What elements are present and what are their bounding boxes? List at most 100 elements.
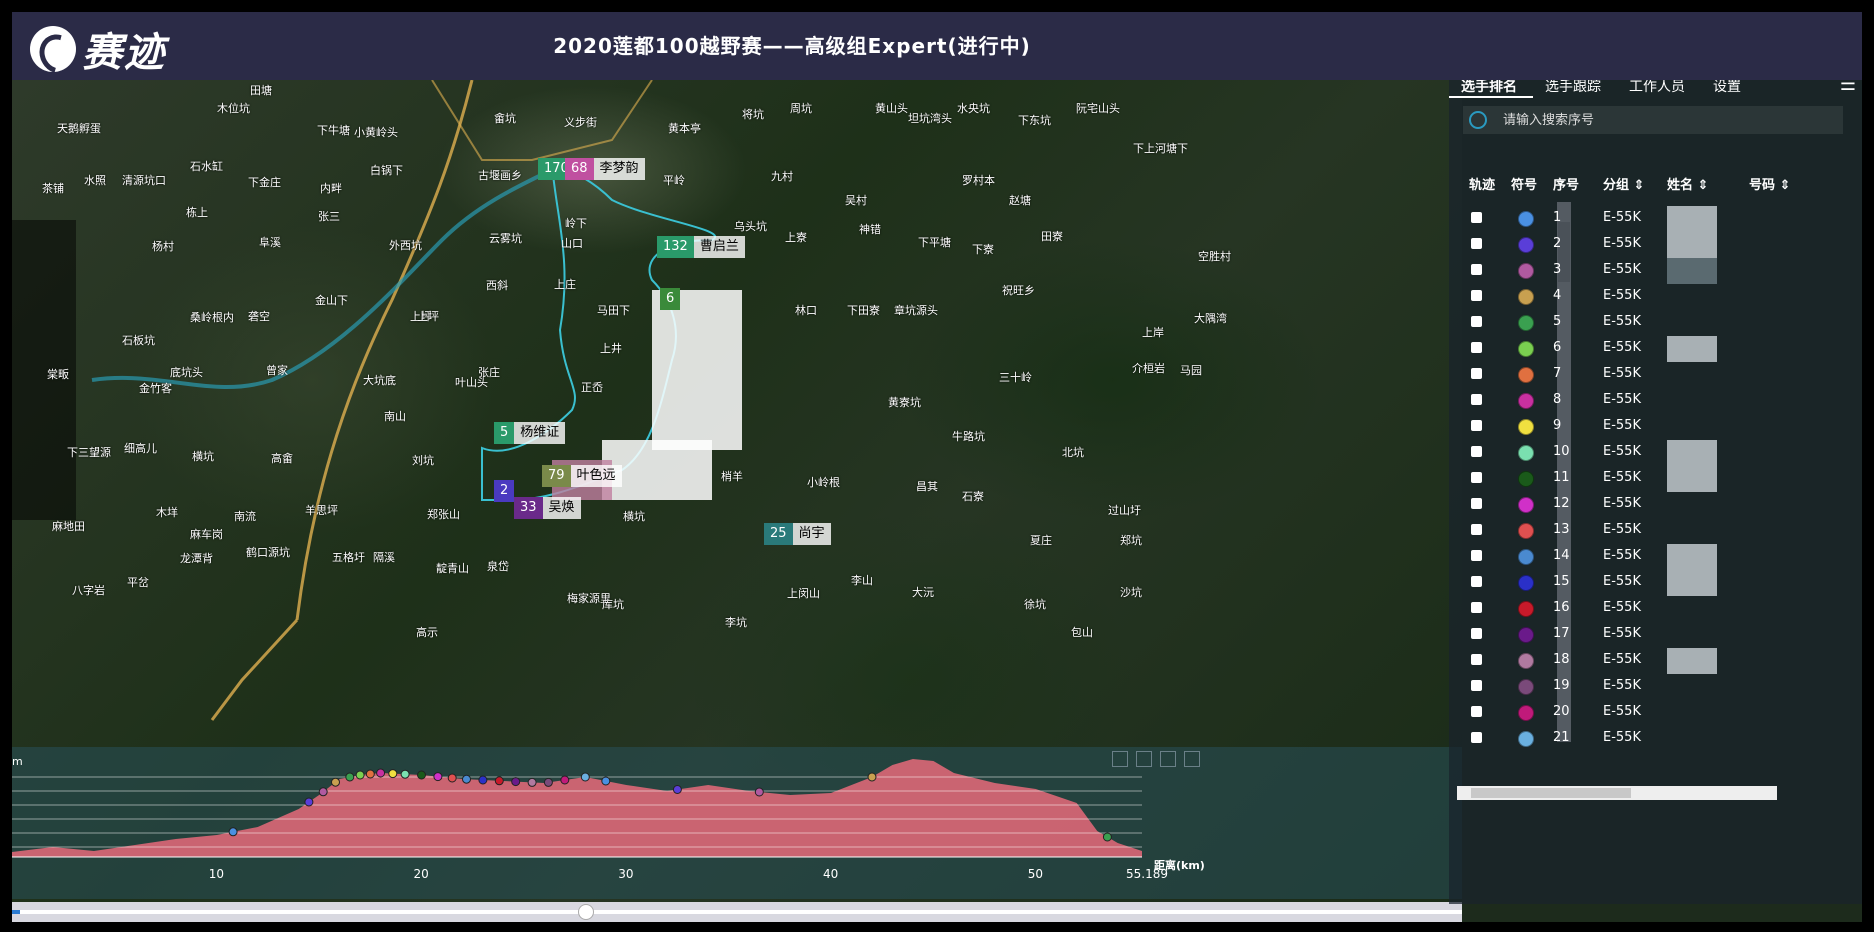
profile-runner-dot[interactable] xyxy=(304,797,314,807)
sort-icon[interactable]: ⇕ xyxy=(1780,178,1791,193)
track-checkbox[interactable] xyxy=(1471,602,1482,613)
profile-runner-dot[interactable] xyxy=(345,772,355,782)
table-row[interactable]: 11 E-55K xyxy=(1449,466,1849,492)
profile-runner-dot[interactable] xyxy=(1102,832,1112,842)
profile-runner-dot[interactable] xyxy=(417,770,426,780)
track-checkbox[interactable] xyxy=(1471,706,1482,717)
profile-runner-dot[interactable] xyxy=(365,769,375,779)
runner-tag[interactable]: 25 尚宇 xyxy=(764,523,831,545)
place-label: 靛青山 xyxy=(436,562,469,575)
table-row[interactable]: 3 E-55K xyxy=(1449,258,1849,284)
runner-tag[interactable]: 5 杨维证 xyxy=(494,422,566,444)
runner-tag[interactable]: 68 李梦韵 xyxy=(565,158,645,180)
scroll-thumb[interactable] xyxy=(1471,788,1631,798)
table-row[interactable]: 5 E-55K xyxy=(1449,310,1849,336)
profile-runner-dot[interactable] xyxy=(376,768,386,778)
runner-tag[interactable]: 79 叶色远 xyxy=(542,465,622,487)
track-checkbox[interactable] xyxy=(1471,654,1482,665)
table-row[interactable]: 15 E-55K xyxy=(1449,570,1849,596)
profile-runner-dot[interactable] xyxy=(601,776,611,786)
profile-runner-dot[interactable] xyxy=(400,769,410,779)
place-label: 南山 xyxy=(384,410,406,423)
table-row[interactable]: 14 E-55K xyxy=(1449,544,1849,570)
runner-number: 79 xyxy=(542,465,571,487)
profile-runner-dot[interactable] xyxy=(754,787,764,797)
profile-runner-dot[interactable] xyxy=(388,769,398,779)
table-row[interactable]: 4 E-55K xyxy=(1449,284,1849,310)
table-row[interactable]: 10 E-55K xyxy=(1449,440,1849,466)
runner-number: 132 xyxy=(657,236,694,258)
timeline-slider[interactable] xyxy=(12,902,1462,922)
place-label: 下平塘 xyxy=(918,236,951,249)
table-row[interactable]: 21 E-55K xyxy=(1449,726,1849,752)
profile-runner-dot[interactable] xyxy=(318,787,328,797)
table-row[interactable]: 19 E-55K xyxy=(1449,674,1849,700)
track-checkbox[interactable] xyxy=(1471,394,1482,405)
profile-runner-dot[interactable] xyxy=(478,775,488,785)
table-row[interactable]: 20 E-55K xyxy=(1449,700,1849,726)
profile-runner-dot[interactable] xyxy=(672,785,682,794)
table-row[interactable]: 6 E-55K xyxy=(1449,336,1849,362)
place-label: 黄寮坑 xyxy=(888,396,921,409)
sort-icon[interactable]: ⇕ xyxy=(1634,178,1645,193)
profile-runner-dot[interactable] xyxy=(494,776,504,786)
track-checkbox[interactable] xyxy=(1471,238,1482,249)
track-checkbox[interactable] xyxy=(1471,524,1482,535)
sort-icon[interactable]: ⇕ xyxy=(1698,178,1709,193)
row-name-redacted xyxy=(1667,258,1717,284)
place-label: 岭下 xyxy=(565,217,587,230)
table-row[interactable]: 2 E-55K xyxy=(1449,232,1849,258)
profile-runner-dot[interactable] xyxy=(462,774,471,784)
search-input[interactable] xyxy=(1501,111,1825,129)
horizontal-scrollbar[interactable] xyxy=(1457,786,1777,800)
table-row[interactable]: 12 E-55K xyxy=(1449,492,1849,518)
track-checkbox[interactable] xyxy=(1471,342,1482,353)
slider-handle[interactable] xyxy=(578,904,594,920)
place-label: 下田寮 xyxy=(847,304,880,317)
profile-runner-dot[interactable] xyxy=(447,773,457,783)
track-checkbox[interactable] xyxy=(1471,498,1482,509)
profile-runner-dot[interactable] xyxy=(527,777,537,787)
track-checkbox[interactable] xyxy=(1471,550,1482,561)
x-tick-label: 40 xyxy=(823,867,839,881)
track-checkbox[interactable] xyxy=(1471,576,1482,587)
profile-runner-dot[interactable] xyxy=(543,777,553,787)
table-row[interactable]: 8 E-55K xyxy=(1449,388,1849,414)
place-label: 沙坑 xyxy=(1120,586,1142,599)
track-checkbox[interactable] xyxy=(1471,264,1482,275)
elevation-profile[interactable]: m 距离(km) 10 20 30 40 50 55.189 xyxy=(12,747,1462,899)
track-checkbox[interactable] xyxy=(1471,290,1482,301)
profile-runner-dot[interactable] xyxy=(560,775,570,785)
profile-runner-dot[interactable] xyxy=(867,772,877,782)
x-tick-label: 50 xyxy=(1027,867,1044,881)
track-checkbox[interactable] xyxy=(1471,368,1482,379)
profile-runner-dot[interactable] xyxy=(355,770,365,780)
runner-tag[interactable]: 2 xyxy=(494,480,515,502)
track-checkbox[interactable] xyxy=(1471,446,1482,457)
profile-runner-dot[interactable] xyxy=(433,772,443,782)
runner-tag[interactable]: 6 xyxy=(660,288,681,310)
track-checkbox[interactable] xyxy=(1471,316,1482,327)
runner-tag[interactable]: 33 吴焕 xyxy=(514,497,581,519)
table-row[interactable]: 18 E-55K xyxy=(1449,648,1849,674)
col-group[interactable]: 分组 ⇕ xyxy=(1603,174,1644,193)
track-checkbox[interactable] xyxy=(1471,212,1482,223)
table-row[interactable]: 7 E-55K xyxy=(1449,362,1849,388)
table-row[interactable]: 13 E-55K xyxy=(1449,518,1849,544)
table-row[interactable]: 9 E-55K xyxy=(1449,414,1849,440)
col-name[interactable]: 姓名 ⇕ xyxy=(1667,174,1708,193)
runner-tag[interactable]: 132 曹启兰 xyxy=(657,236,745,258)
table-row[interactable]: 1 E-55K xyxy=(1449,206,1849,232)
profile-runner-dot[interactable] xyxy=(331,777,340,787)
track-checkbox[interactable] xyxy=(1471,420,1482,431)
col-bib[interactable]: 号码 ⇕ xyxy=(1749,174,1790,193)
profile-runner-dot[interactable] xyxy=(511,777,521,787)
track-checkbox[interactable] xyxy=(1471,472,1482,483)
track-checkbox[interactable] xyxy=(1471,628,1482,639)
profile-runner-dot[interactable] xyxy=(580,772,590,782)
track-checkbox[interactable] xyxy=(1471,732,1482,743)
table-row[interactable]: 17 E-55K xyxy=(1449,622,1849,648)
track-checkbox[interactable] xyxy=(1471,680,1482,691)
profile-runner-dot[interactable] xyxy=(228,827,238,837)
table-row[interactable]: 16 E-55K xyxy=(1449,596,1849,622)
